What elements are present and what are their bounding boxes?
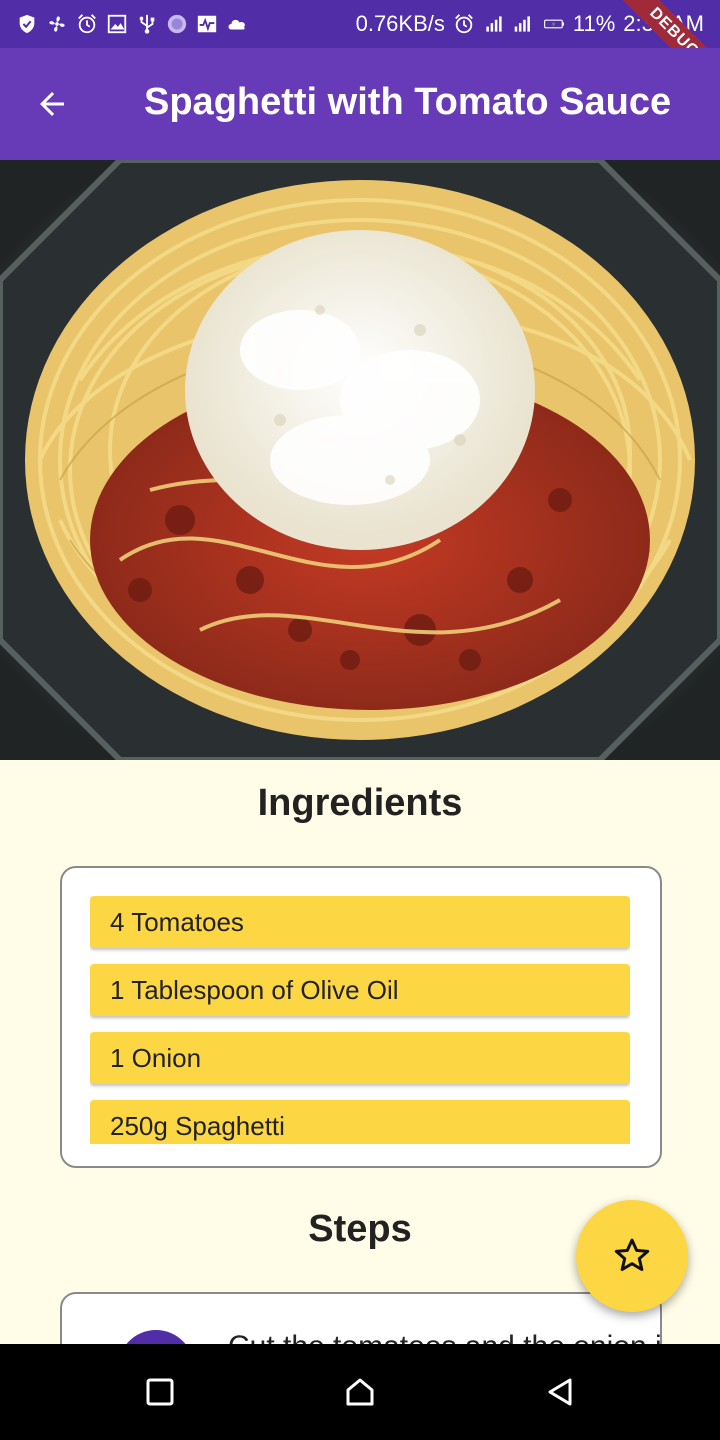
system-nav-bar [0, 1344, 720, 1440]
back-nav-button[interactable] [536, 1368, 584, 1416]
arrow-left-icon [40, 92, 64, 116]
battery-charging-icon [543, 13, 565, 35]
spaghetti-photo-icon [0, 160, 720, 760]
list-item: 4 Tomatoes [90, 896, 630, 948]
page-title: Spaghetti with Tomato Sauce [144, 81, 672, 123]
status-icons [16, 10, 248, 38]
triangle-back-icon [548, 1378, 572, 1406]
back-button[interactable] [24, 76, 80, 132]
status-bar: 0.76KB/s 11% 2:34 AM DEBUG [0, 0, 720, 99]
recipe-photo [0, 160, 720, 760]
net-speed: 0.76KB/s [355, 11, 445, 36]
signal-hd-icon [483, 13, 505, 35]
alarm-icon [76, 13, 98, 35]
ingredients-list[interactable]: 4 Tomatoes 1 Tablespoon of Olive Oil 1 O… [90, 896, 630, 1144]
fan-icon [46, 13, 68, 35]
list-item: 1 Onion [90, 1032, 630, 1084]
square-icon [146, 1378, 174, 1406]
star-outline-icon [614, 1238, 650, 1271]
alarm-icon [453, 13, 475, 35]
ingredients-card[interactable]: 4 Tomatoes 1 Tablespoon of Olive Oil 1 O… [60, 866, 662, 1168]
ingredients-title: Ingredients [257, 782, 463, 824]
list-item: 1 Tablespoon of Olive Oil [90, 964, 630, 1016]
cloud-icon [226, 13, 248, 35]
favorite-button[interactable] [576, 1200, 688, 1312]
activity-icon [196, 13, 218, 35]
shield-icon [16, 13, 38, 35]
recents-button[interactable] [136, 1368, 184, 1416]
home-icon [346, 1378, 374, 1406]
app-bar: Spaghetti with Tomato Sauce [0, 48, 720, 160]
signal-icon [513, 13, 535, 35]
list-item: 250g Spaghetti [90, 1100, 630, 1144]
image-icon [106, 13, 128, 35]
battery-percent: 11% [572, 11, 616, 36]
home-button[interactable] [336, 1368, 384, 1416]
loading-icon [166, 13, 188, 35]
usb-icon [136, 13, 158, 35]
